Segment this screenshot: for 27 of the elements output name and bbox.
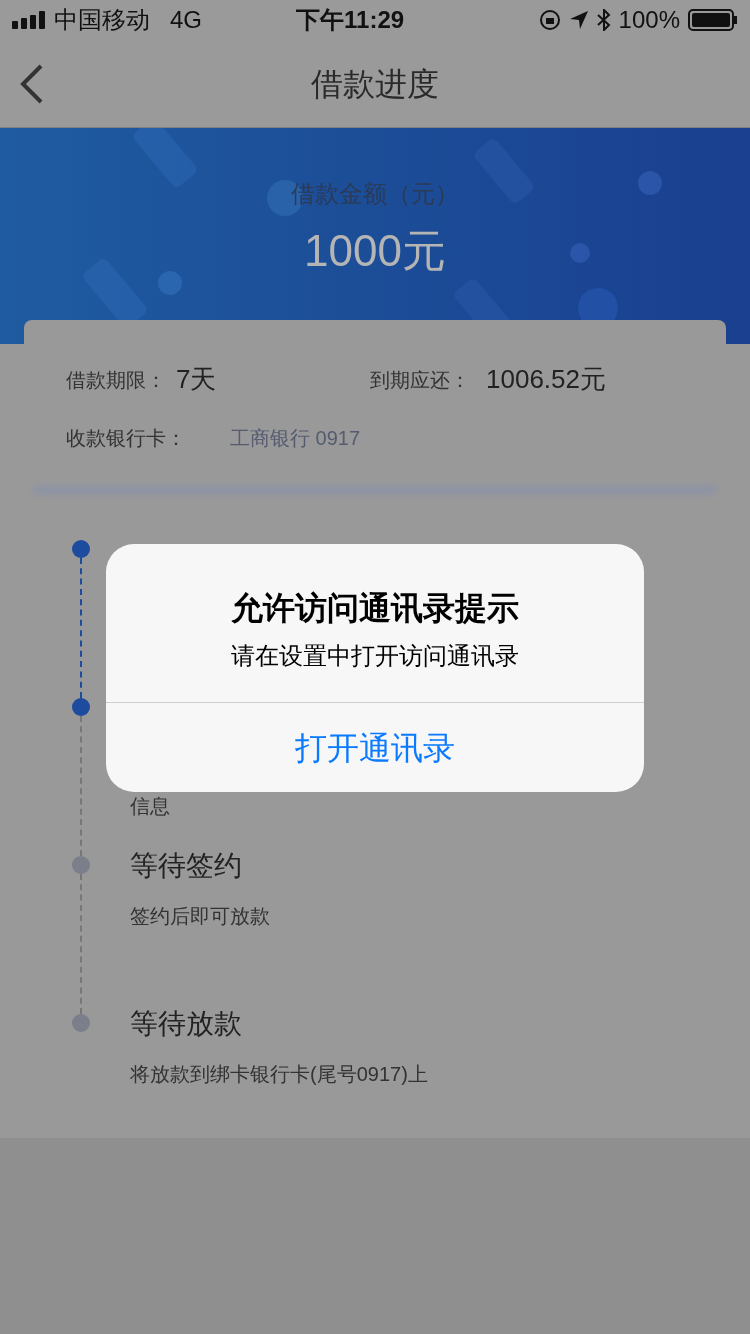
bank-card-label: 收款银行卡： [66,426,187,451]
term-value: 7天 [176,363,218,396]
loan-amount-label: 借款金额（元） [291,179,459,209]
carrier: 中国移动 [54,5,150,35]
battery-icon [688,9,738,31]
bank-card-name: 工商银行 0917 [230,426,361,451]
due-label: 到期应还： [370,367,471,393]
open-contacts-button[interactable]: 打开通讯录 [106,703,644,792]
loan-amount: 1000元 [304,225,446,277]
dialog-title: 允许访问通讯录提示 [231,589,519,628]
location-arrow-icon [568,10,589,30]
signal-icon [12,11,48,29]
step-note: 将放款到绑卡银行卡(尾号0917)上 [130,1062,428,1087]
back-icon [18,63,44,105]
network-type: 4G [170,5,202,35]
step-note: 信息 [130,794,170,819]
step-title: 等待签约 [130,849,243,883]
dialog-message: 请在设置中打开访问通讯录 [231,641,519,671]
step-note: 签约后即可放款 [130,904,270,929]
page-title: 借款进度 [311,64,439,104]
battery-percent: 100% [618,5,680,35]
clock: 下午11:29 [296,5,405,35]
step-title: 等待放款 [130,1007,243,1041]
rotation-lock-icon [538,9,561,31]
due-amount: 1006.52元 [486,363,606,396]
term-label: 借款期限： [66,367,167,393]
bluetooth-icon [596,9,611,31]
